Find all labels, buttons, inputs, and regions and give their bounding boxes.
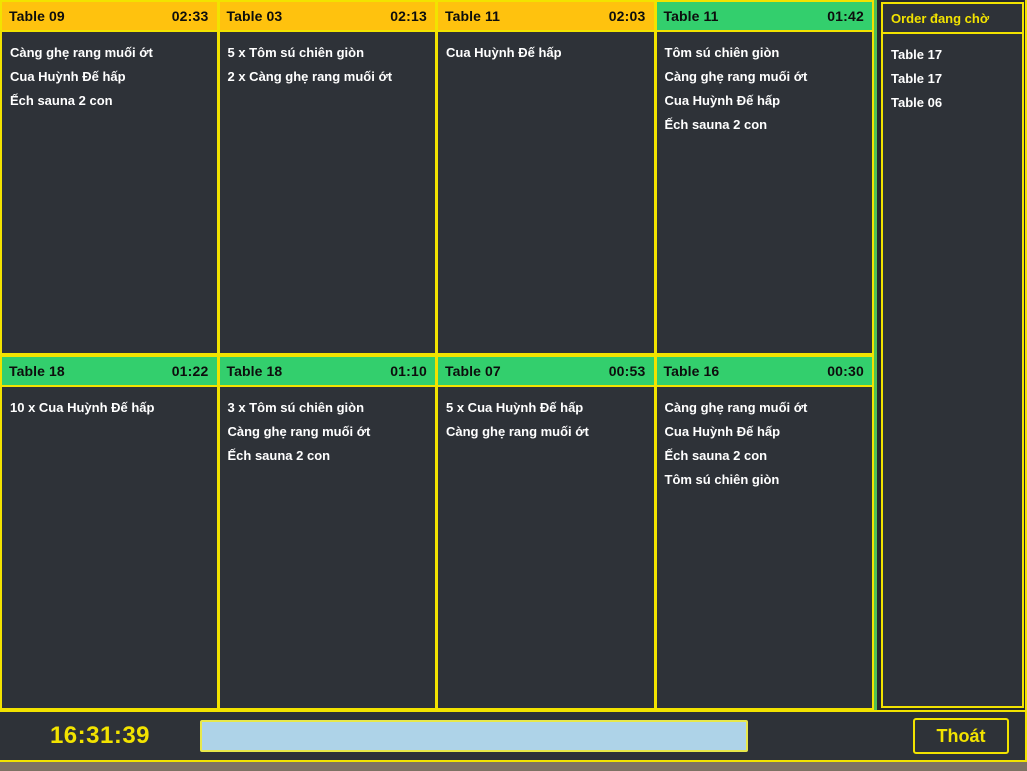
main-area: Table 09 02:33 Càng ghẹ rang muối ớt Cua… bbox=[0, 0, 1025, 710]
order-item: 2 x Càng ghẹ rang muối ớt bbox=[227, 69, 393, 84]
order-table-label: Table 03 bbox=[226, 8, 283, 24]
order-item-list: 5 x Tôm sú chiên giòn 2 x Càng ghẹ rang … bbox=[219, 32, 435, 353]
order-card[interactable]: Table 18 01:22 10 x Cua Huỳnh Đế hấp bbox=[0, 355, 219, 710]
exit-button[interactable]: Thoát bbox=[913, 718, 1009, 754]
pending-orders-sidebar: Order đang chờ Table 17 Table 17 Table 0… bbox=[874, 0, 1025, 710]
order-table-label: Table 18 bbox=[9, 363, 65, 379]
order-item-list: Càng ghẹ rang muối ớt Cua Huỳnh Đế hấp Ế… bbox=[2, 32, 217, 353]
order-item: Cua Huỳnh Đế hấp bbox=[664, 93, 781, 108]
pending-orders-title: Order đang chờ bbox=[883, 4, 1022, 34]
list-item[interactable]: Table 17 bbox=[891, 67, 1014, 91]
order-card[interactable]: Table 18 01:10 3 x Tôm sú chiên giòn Càn… bbox=[218, 355, 437, 710]
order-item: Tôm sú chiên giòn bbox=[664, 472, 780, 487]
order-timer: 01:10 bbox=[390, 363, 427, 379]
order-table-label: Table 11 bbox=[663, 8, 719, 24]
order-timer: 02:13 bbox=[390, 8, 427, 24]
order-table-label: Table 16 bbox=[663, 363, 720, 379]
order-item: Cua Huỳnh Đế hấp bbox=[10, 69, 126, 84]
order-card-header: Table 11 01:42 bbox=[656, 2, 872, 32]
kitchen-display-window: Table 09 02:33 Càng ghẹ rang muối ớt Cua… bbox=[0, 0, 1027, 762]
clock-display: 16:31:39 bbox=[49, 722, 151, 749]
order-item: Càng ghẹ rang muối ớt bbox=[664, 69, 808, 84]
order-timer: 02:33 bbox=[171, 8, 209, 24]
order-item: Càng ghẹ rang muối ớt bbox=[10, 45, 153, 60]
barcode-input[interactable] bbox=[200, 720, 748, 752]
list-item[interactable]: Table 06 bbox=[891, 91, 1014, 115]
order-grid-row: Table 09 02:33 Càng ghẹ rang muối ớt Cua… bbox=[0, 0, 874, 355]
order-card-header: Table 16 00:30 bbox=[656, 357, 872, 387]
order-item-list: 3 x Tôm sú chiên giòn Càng ghẹ rang muối… bbox=[219, 387, 435, 708]
order-card[interactable]: Table 11 02:03 Cua Huỳnh Đế hấp bbox=[437, 0, 656, 355]
order-table-label: Table 07 bbox=[445, 363, 501, 379]
order-card-header: Table 03 02:13 bbox=[219, 2, 435, 32]
order-timer: 01:22 bbox=[171, 363, 209, 379]
order-table-label: Table 09 bbox=[9, 8, 65, 24]
order-card-header: Table 18 01:22 bbox=[2, 357, 217, 387]
order-item: Ếch sauna 2 con bbox=[664, 117, 768, 132]
order-card[interactable]: Table 16 00:30 Càng ghẹ rang muối ớt Cua… bbox=[655, 355, 874, 710]
order-item: 5 x Tôm sú chiên giòn bbox=[227, 45, 365, 60]
order-timer: 00:53 bbox=[608, 363, 646, 379]
order-card[interactable]: Table 09 02:33 Càng ghẹ rang muối ớt Cua… bbox=[0, 0, 219, 355]
order-item-list: 5 x Cua Huỳnh Đế hấp Càng ghẹ rang muối … bbox=[438, 387, 654, 708]
order-item: Càng ghẹ rang muối ớt bbox=[664, 400, 808, 415]
order-card-header: Table 11 02:03 bbox=[438, 2, 654, 32]
order-card-header: Table 18 01:10 bbox=[219, 357, 435, 387]
order-item: Càng ghẹ rang muối ớt bbox=[227, 424, 371, 439]
pending-orders-list: Table 17 Table 17 Table 06 bbox=[883, 34, 1022, 706]
order-item-list: Tôm sú chiên giòn Càng ghẹ rang muối ớt … bbox=[656, 32, 872, 353]
list-item[interactable]: Table 17 bbox=[891, 43, 1014, 67]
order-table-label: Table 11 bbox=[445, 8, 501, 24]
order-item: 3 x Tôm sú chiên giòn bbox=[227, 400, 365, 415]
order-item-list: Cua Huỳnh Đế hấp bbox=[438, 32, 654, 353]
order-item: Ếch sauna 2 con bbox=[664, 448, 768, 463]
order-card[interactable]: Table 11 01:42 Tôm sú chiên giòn Càng gh… bbox=[655, 0, 874, 355]
order-timer: 00:30 bbox=[827, 363, 864, 379]
order-timer: 02:03 bbox=[608, 8, 646, 24]
bottom-bar: 16:31:39 Thoát bbox=[0, 710, 1025, 760]
order-item: 5 x Cua Huỳnh Đế hấp bbox=[446, 400, 584, 415]
order-item-list: 10 x Cua Huỳnh Đế hấp bbox=[2, 387, 217, 708]
order-item: Cua Huỳnh Đế hấp bbox=[664, 424, 781, 439]
order-item: Ếch sauna 2 con bbox=[227, 448, 331, 463]
order-card[interactable]: Table 03 02:13 5 x Tôm sú chiên giòn 2 x… bbox=[218, 0, 437, 355]
order-item: Cua Huỳnh Đế hấp bbox=[446, 45, 562, 60]
order-grid: Table 09 02:33 Càng ghẹ rang muối ớt Cua… bbox=[0, 0, 874, 710]
order-table-label: Table 18 bbox=[226, 363, 283, 379]
order-item: Ếch sauna 2 con bbox=[10, 93, 113, 108]
order-card[interactable]: Table 07 00:53 5 x Cua Huỳnh Đế hấp Càng… bbox=[437, 355, 656, 710]
order-item-list: Càng ghẹ rang muối ớt Cua Huỳnh Đế hấp Ế… bbox=[656, 387, 872, 708]
order-timer: 01:42 bbox=[827, 8, 864, 24]
order-card-header: Table 09 02:33 bbox=[2, 2, 217, 32]
order-item: 10 x Cua Huỳnh Đế hấp bbox=[10, 400, 155, 415]
order-item: Tôm sú chiên giòn bbox=[664, 45, 780, 60]
pending-orders-panel: Order đang chờ Table 17 Table 17 Table 0… bbox=[881, 2, 1024, 708]
order-grid-row: Table 18 01:22 10 x Cua Huỳnh Đế hấp Tab… bbox=[0, 355, 874, 710]
order-card-header: Table 07 00:53 bbox=[438, 357, 654, 387]
order-item: Càng ghẹ rang muối ớt bbox=[446, 424, 589, 439]
